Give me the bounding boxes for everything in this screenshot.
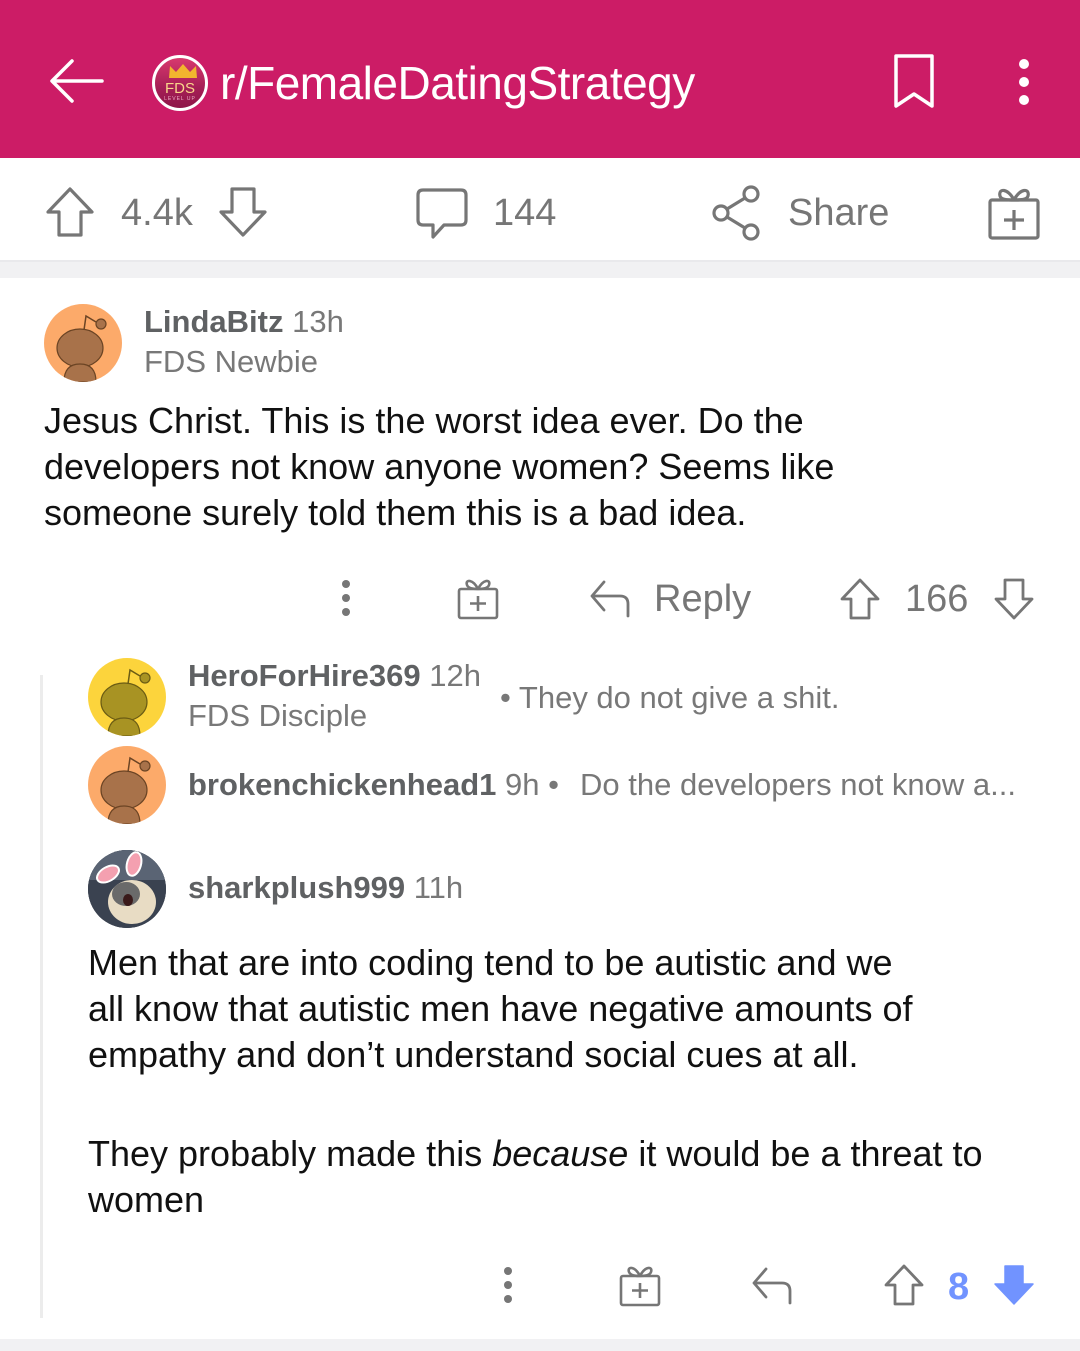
thread-line[interactable] [40, 675, 43, 1318]
comment-upvote-button[interactable] [882, 1264, 926, 1311]
reply-icon [590, 580, 630, 618]
post-award-button[interactable] [986, 184, 1042, 242]
avatar[interactable] [88, 746, 166, 824]
post-comments-button[interactable] [414, 186, 470, 242]
upvote-icon [46, 187, 94, 237]
subreddit-header: FDS LEVEL UP r/FemaleDatingStrategy [0, 0, 1080, 158]
more-vertical-icon [1019, 59, 1029, 105]
text-run: it would be a threat to [628, 1133, 983, 1174]
comment-award-button[interactable] [456, 576, 500, 625]
comment-icon [416, 188, 468, 239]
award-icon [988, 188, 1040, 240]
snoo-avatar-icon [100, 756, 151, 824]
bookmark-button[interactable] [888, 52, 940, 112]
post-comment-count: 144 [493, 192, 557, 234]
subreddit-icon[interactable]: FDS LEVEL UP [152, 55, 208, 111]
more-vertical-icon [342, 580, 350, 616]
comment-time: 12h [429, 658, 481, 693]
more-vertical-icon [504, 1267, 512, 1303]
comment-body-line: women [88, 1179, 205, 1220]
comment-author[interactable]: brokenchickenhead1 9h • [188, 767, 559, 803]
emphasis-text: because [492, 1133, 629, 1174]
separator-dot: • [548, 767, 559, 802]
username[interactable]: sharkplush999 [188, 870, 405, 905]
username[interactable]: HeroForHire369 [188, 658, 421, 693]
username[interactable]: LindaBitz [144, 304, 284, 339]
post-share-label[interactable]: Share [788, 192, 889, 235]
comment-downvote-button[interactable] [992, 578, 1036, 625]
comment-score: 166 [905, 578, 969, 620]
comment-body-line: Men that are into coding tend to be auti… [88, 942, 893, 983]
comment-downvote-button-active[interactable] [992, 1264, 1036, 1311]
collapsed-comment-preview[interactable]: • They do not give a shit. [500, 680, 839, 716]
post-downvote-button[interactable] [217, 186, 269, 238]
comment-body-line: someone surely told them this is a bad i… [44, 492, 747, 533]
comment-body-line: Jesus Christ. This is the worst idea eve… [44, 400, 804, 441]
snoo-avatar-icon [56, 314, 107, 382]
comment-time: 9h [505, 767, 540, 802]
downvote-icon [219, 187, 267, 237]
comment-author[interactable]: sharkplush999 11h [188, 870, 463, 906]
user-flair: FDS Newbie [144, 344, 318, 379]
reply-icon [752, 1267, 792, 1305]
downvote-icon [994, 578, 1034, 620]
snoo-avatar-icon [100, 668, 151, 736]
comment-body: Men that are into coding tend to be auti… [88, 940, 983, 1223]
cat-photo-avatar-icon [88, 850, 166, 928]
comment-time: 13h [292, 304, 344, 339]
comment-reply-button[interactable] [588, 578, 632, 623]
comment-author[interactable]: HeroForHire369 12h [188, 658, 481, 694]
back-button[interactable] [46, 52, 106, 112]
comment-body-line: empathy and don’t understand social cues… [88, 1034, 859, 1075]
avatar[interactable] [88, 850, 166, 928]
post-share-button[interactable] [711, 184, 763, 242]
user-flair: FDS Disciple [188, 698, 368, 733]
downvote-filled-icon [994, 1265, 1034, 1305]
comment-award-button[interactable] [618, 1263, 662, 1312]
text-run: They probably made this [88, 1133, 493, 1174]
upvote-icon [884, 1264, 924, 1306]
comment-body: Jesus Christ. This is the worst idea eve… [44, 398, 834, 536]
post-score: 4.4k [121, 192, 193, 234]
award-icon [457, 579, 499, 620]
avatar[interactable] [44, 304, 122, 382]
comment-body-line: all know that autistic men have negative… [88, 988, 913, 1029]
comment-more-button[interactable] [334, 578, 358, 625]
avatar[interactable] [88, 658, 166, 736]
comment-reply-button[interactable] [750, 1265, 794, 1310]
comment-upvote-button[interactable] [838, 578, 882, 625]
award-icon [619, 1266, 661, 1307]
comment-score: 8 [948, 1266, 970, 1308]
post-upvote-button[interactable] [44, 186, 96, 238]
reply-label[interactable]: Reply [654, 578, 751, 621]
comment-author[interactable]: LindaBitz 13h [144, 304, 344, 340]
collapsed-comment-preview[interactable]: Do the developers not know a... [580, 767, 1016, 803]
comment-body-line: developers not know anyone women? Seems … [44, 446, 835, 487]
bookmark-icon [894, 54, 934, 108]
subreddit-icon-subtext: LEVEL UP [164, 96, 196, 102]
post-action-bar: 4.4k 144 Share [0, 158, 1080, 262]
subreddit-icon-text: FDS [165, 80, 195, 97]
comment-more-button[interactable] [496, 1265, 520, 1312]
share-icon [712, 185, 760, 241]
username[interactable]: brokenchickenhead1 [188, 767, 496, 802]
comment-body-line: They probably made this because it would… [88, 1131, 983, 1177]
section-divider [0, 1339, 1080, 1351]
comment-time: 11h [413, 870, 464, 905]
more-options-button[interactable] [1004, 56, 1044, 112]
upvote-icon [840, 578, 880, 620]
back-arrow-icon [50, 59, 104, 103]
crown-icon [169, 64, 197, 78]
section-divider [0, 262, 1080, 278]
subreddit-title[interactable]: r/FemaleDatingStrategy [220, 54, 695, 112]
